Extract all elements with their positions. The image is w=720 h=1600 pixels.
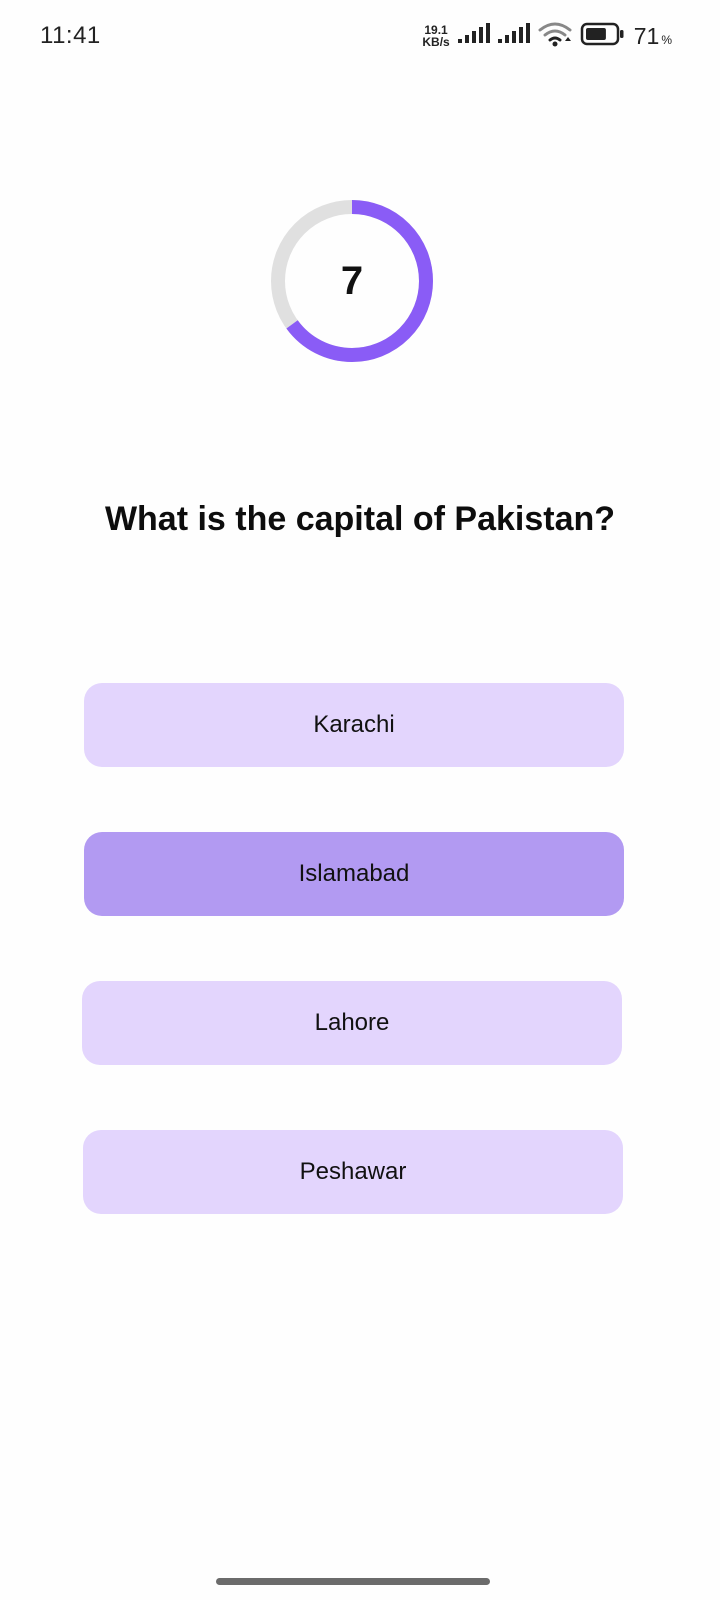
answer-option-label: Peshawar — [299, 1158, 407, 1185]
question-text: What is the capital of Pakistan? — [104, 500, 616, 538]
answer-option-lahore[interactable]: Lahore — [82, 981, 622, 1065]
answer-option-label: Karachi — [313, 711, 395, 738]
answer-option-karachi[interactable]: Karachi — [84, 683, 624, 767]
answer-option-peshawar[interactable]: Peshawar — [83, 1130, 623, 1214]
status-time: 11:41 — [40, 22, 101, 49]
quiz-screen: 11:41 19.1 KB/s 71 % 7 What is the capit… — [0, 0, 720, 1600]
signal-icon — [497, 22, 530, 50]
battery-percent: 71 — [633, 22, 660, 49]
answer-option-label: Islamabad — [298, 860, 410, 887]
network-speed: 19.1 KB/s — [422, 24, 449, 48]
countdown-timer: 7 — [269, 198, 435, 364]
timer-value: 7 — [340, 258, 364, 303]
battery-percent-sign: % — [661, 33, 672, 47]
home-indicator[interactable] — [216, 1578, 490, 1585]
wifi-icon — [538, 21, 572, 52]
network-speed-unit: KB/s — [422, 35, 450, 49]
signal-icon — [457, 22, 490, 50]
answer-option-islamabad[interactable]: Islamabad — [84, 832, 624, 916]
answer-option-label: Lahore — [314, 1009, 390, 1036]
battery-icon — [580, 21, 626, 52]
status-icons: 19.1 KB/s 71 % — [422, 22, 672, 50]
status-bar: 11:41 19.1 KB/s 71 % — [0, 0, 720, 72]
